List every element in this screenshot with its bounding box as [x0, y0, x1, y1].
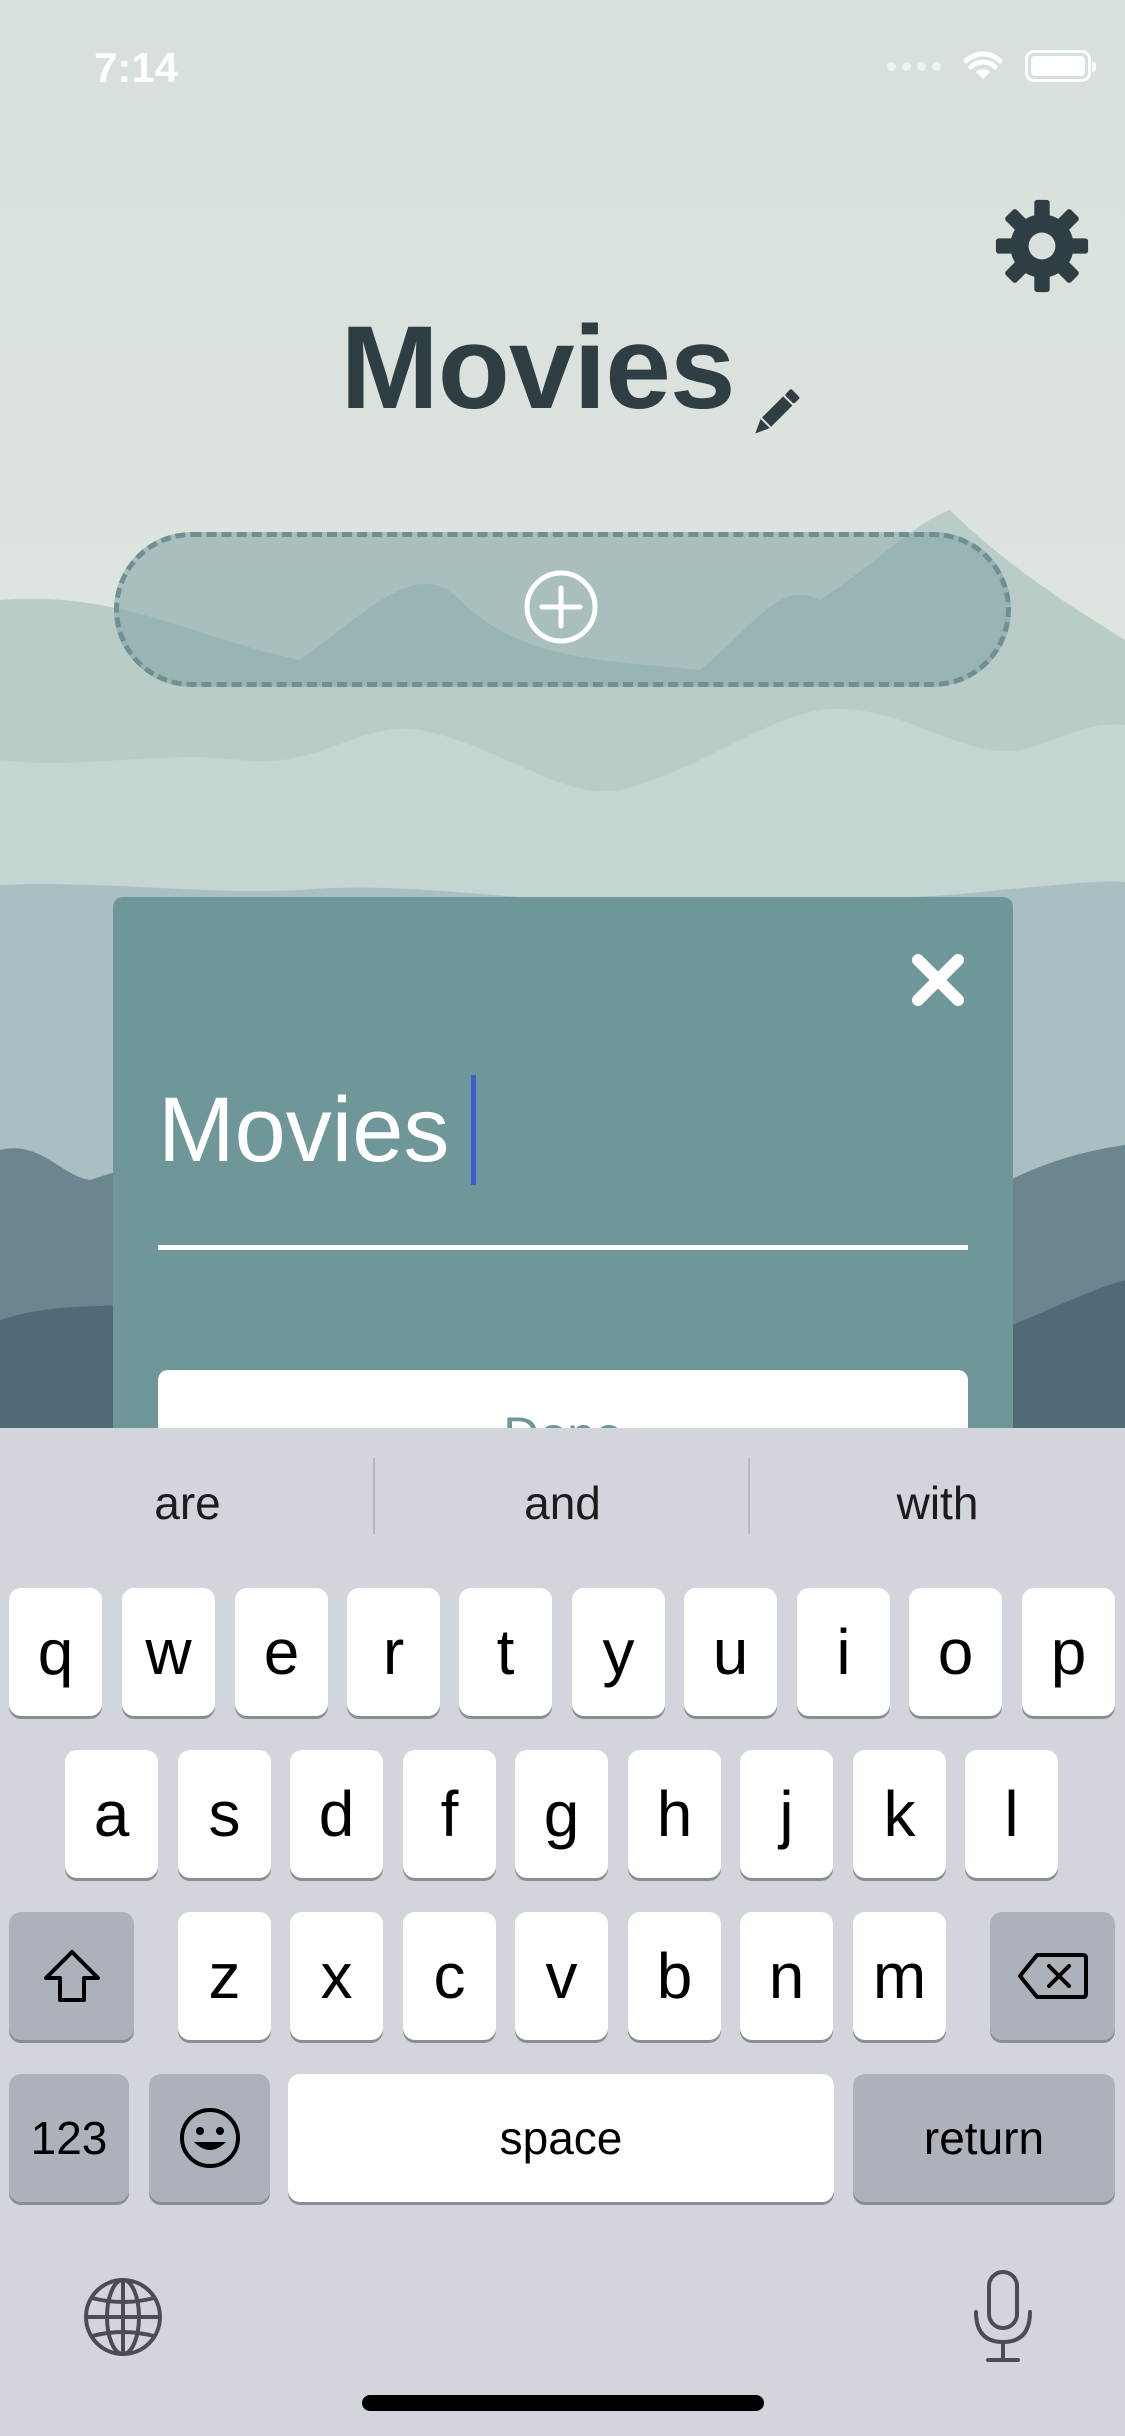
- key-label: return: [923, 2112, 1045, 2164]
- key-m[interactable]: m: [853, 1912, 946, 2040]
- key-label: l: [1004, 1778, 1019, 1850]
- space-key[interactable]: space: [288, 2074, 834, 2202]
- shift-icon: [43, 1950, 100, 2002]
- key-t[interactable]: t: [459, 1588, 552, 1716]
- backspace-icon: [1017, 1953, 1088, 1999]
- key-label: v: [545, 1940, 578, 2012]
- key-label: h: [656, 1778, 693, 1850]
- key-label: k: [883, 1778, 916, 1850]
- key-o[interactable]: o: [909, 1588, 1002, 1716]
- key-label: f: [440, 1778, 459, 1850]
- key-label: u: [712, 1616, 749, 1688]
- text-caret: [471, 1075, 477, 1185]
- gear-icon[interactable]: [994, 198, 1090, 294]
- key-label: n: [768, 1940, 805, 2012]
- key-label: t: [496, 1616, 515, 1688]
- key-s[interactable]: s: [178, 1750, 271, 1878]
- title-input-value: Movies: [158, 1078, 450, 1181]
- status-time: 7:14: [94, 44, 179, 91]
- key-label: o: [937, 1616, 974, 1688]
- key-q[interactable]: q: [9, 1588, 102, 1716]
- return-key[interactable]: return: [853, 2074, 1115, 2202]
- key-label: r: [382, 1616, 405, 1688]
- key-label: j: [779, 1778, 794, 1850]
- key-r[interactable]: r: [347, 1588, 440, 1716]
- status-icons: [887, 50, 1096, 82]
- screen: 7:14 Movies Movies are and with q w e r …: [0, 0, 1125, 2436]
- key-a[interactable]: a: [65, 1750, 158, 1878]
- key-d[interactable]: d: [290, 1750, 383, 1878]
- microphone-icon[interactable]: [970, 2268, 1036, 2366]
- key-label: a: [93, 1778, 130, 1850]
- key-g[interactable]: g: [515, 1750, 608, 1878]
- suggestion-3[interactable]: with: [750, 1476, 1125, 1530]
- key-label: g: [543, 1778, 580, 1850]
- key-j[interactable]: j: [740, 1750, 833, 1878]
- cellular-signal-icon: [887, 61, 941, 71]
- plus-circle-icon: [524, 570, 598, 644]
- shift-key[interactable]: [9, 1912, 134, 2040]
- key-label: w: [145, 1616, 192, 1688]
- key-label: space: [499, 2112, 623, 2164]
- key-label: m: [872, 1940, 927, 2012]
- key-e[interactable]: e: [235, 1588, 328, 1716]
- key-f[interactable]: f: [403, 1750, 496, 1878]
- title-input[interactable]: Movies: [158, 1070, 968, 1190]
- page-title: Movies: [340, 302, 735, 434]
- emoji-icon: [179, 2108, 240, 2168]
- key-v[interactable]: v: [515, 1912, 608, 2040]
- key-label: c: [433, 1940, 466, 2012]
- input-underline: [158, 1245, 968, 1250]
- suggestion-2[interactable]: and: [375, 1476, 750, 1530]
- key-u[interactable]: u: [684, 1588, 777, 1716]
- key-label: p: [1050, 1616, 1087, 1688]
- key-k[interactable]: k: [853, 1750, 946, 1878]
- key-x[interactable]: x: [290, 1912, 383, 2040]
- key-b[interactable]: b: [628, 1912, 721, 2040]
- wifi-icon: [963, 51, 1003, 79]
- key-h[interactable]: h: [628, 1750, 721, 1878]
- key-label: z: [208, 1940, 241, 2012]
- key-label: 123: [30, 2112, 108, 2164]
- suggestion-1[interactable]: are: [0, 1476, 375, 1530]
- key-label: i: [836, 1616, 851, 1688]
- numbers-key[interactable]: 123: [9, 2074, 129, 2202]
- home-indicator: [362, 2395, 764, 2411]
- key-w[interactable]: w: [122, 1588, 215, 1716]
- key-label: b: [656, 1940, 693, 2012]
- emoji-key[interactable]: [149, 2074, 270, 2202]
- key-label: q: [37, 1616, 74, 1688]
- key-l[interactable]: l: [965, 1750, 1058, 1878]
- key-label: y: [602, 1616, 635, 1688]
- delete-key[interactable]: [990, 1912, 1115, 2040]
- pencil-icon[interactable]: [744, 384, 804, 444]
- close-icon[interactable]: [908, 950, 968, 1010]
- key-label: d: [318, 1778, 355, 1850]
- key-label: x: [320, 1940, 353, 2012]
- key-y[interactable]: y: [572, 1588, 665, 1716]
- key-z[interactable]: z: [178, 1912, 271, 2040]
- globe-icon[interactable]: [82, 2276, 164, 2358]
- key-i[interactable]: i: [797, 1588, 890, 1716]
- key-label: e: [263, 1616, 300, 1688]
- key-label: s: [208, 1778, 241, 1850]
- key-c[interactable]: c: [403, 1912, 496, 2040]
- key-p[interactable]: p: [1022, 1588, 1115, 1716]
- keyboard: are and with q w e r t y u i o p a s d f…: [0, 1428, 1125, 2436]
- battery-icon: [1025, 50, 1096, 82]
- key-n[interactable]: n: [740, 1912, 833, 2040]
